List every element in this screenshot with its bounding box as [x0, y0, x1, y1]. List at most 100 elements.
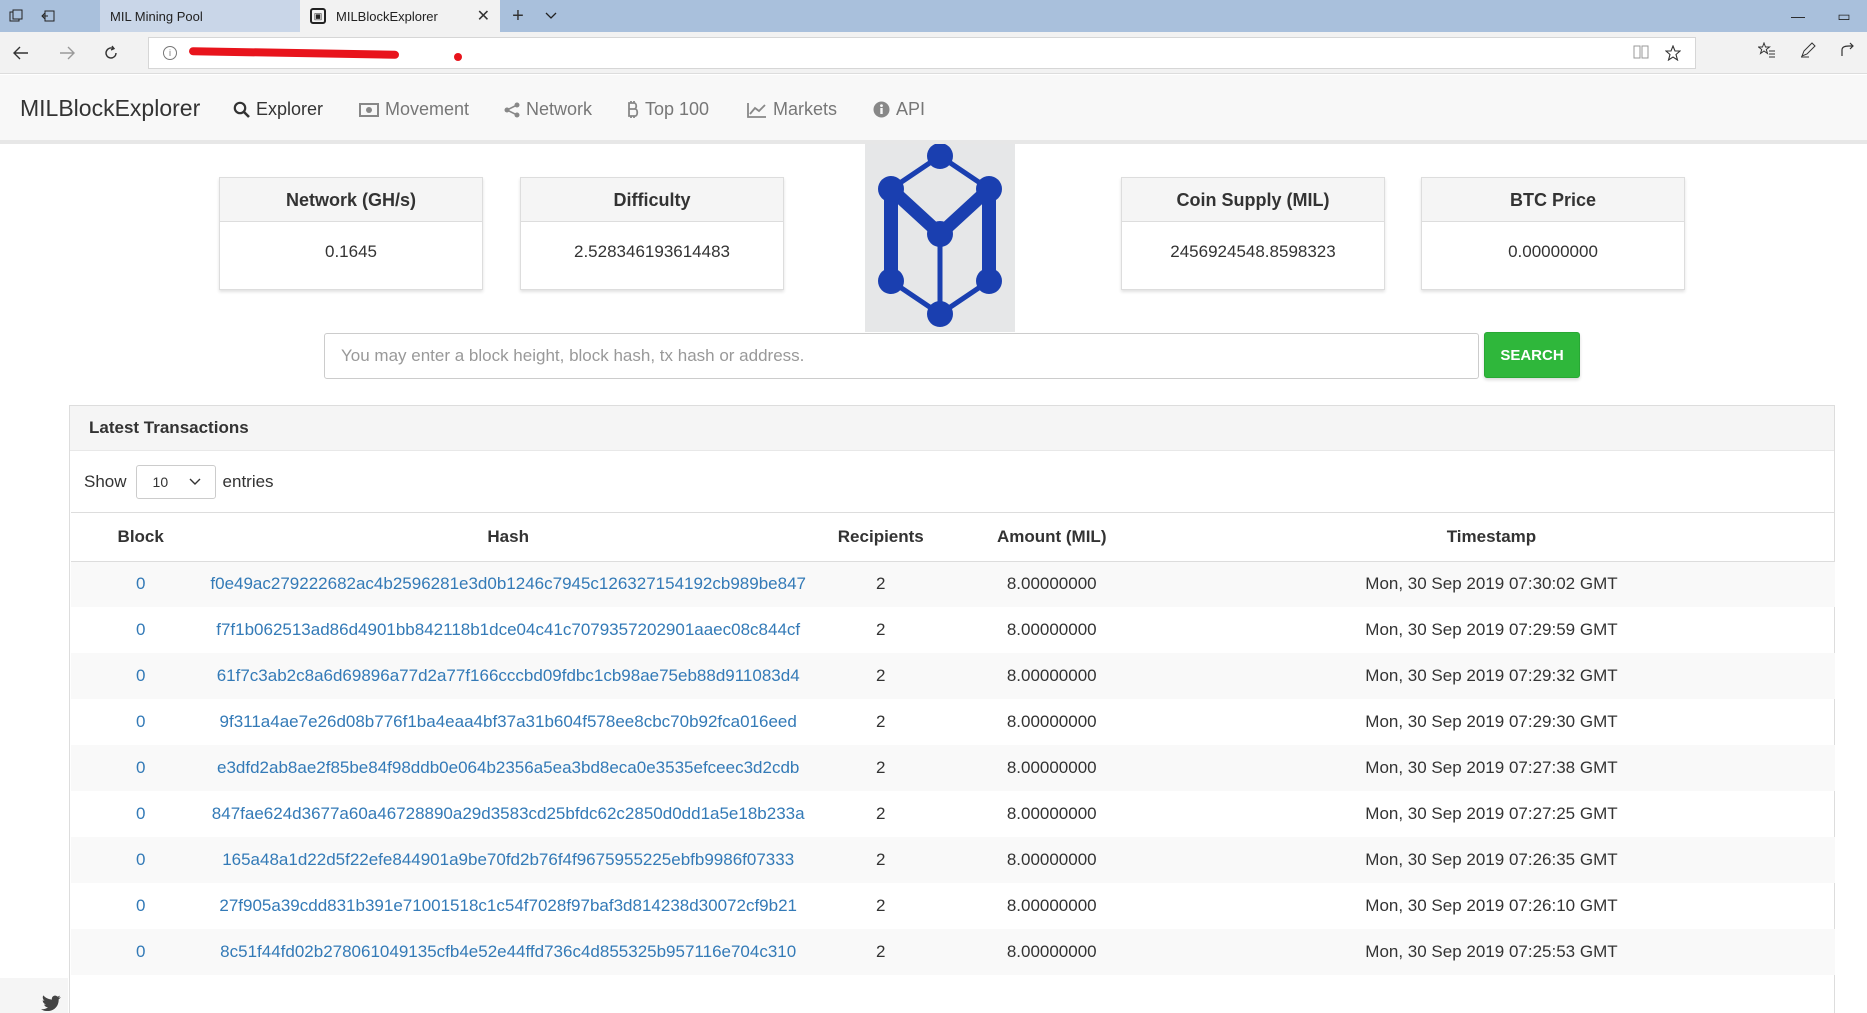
site-navbar: MILBlockExplorer Explorer Movement Netwo…: [0, 75, 1867, 144]
url-input[interactable]: i: [148, 37, 1696, 69]
tab-preview-icon[interactable]: [0, 0, 32, 32]
search-button[interactable]: SEARCH: [1484, 332, 1580, 378]
block-link[interactable]: 0: [71, 883, 210, 929]
amount-cell: 8.00000000: [1006, 620, 1097, 639]
refresh-icon[interactable]: [90, 32, 132, 74]
tab-label: MIL Mining Pool: [110, 8, 203, 24]
site-info-icon[interactable]: i: [163, 46, 177, 60]
nav-label: Explorer: [256, 99, 324, 119]
search-icon: [233, 101, 250, 118]
nav-markets[interactable]: Markets: [747, 99, 837, 120]
web-note-pen-icon[interactable]: [1800, 42, 1816, 63]
panel-title: Latest Transactions: [70, 406, 1834, 451]
nav-api[interactable]: API: [873, 99, 925, 120]
tx-hash-link[interactable]: 165a48a1d22d5f22efe844901a9be70fd2b76f4f…: [210, 837, 806, 883]
stat-value: 2456924548.8598323: [1170, 242, 1336, 261]
table-row: 0 e3dfd2ab8ae2f85be84f98ddb0e064b2356a5e…: [71, 745, 1835, 791]
tx-hash-link[interactable]: 9f311a4ae7e26d08b776f1ba4eaa4bf37a31b604…: [210, 699, 806, 745]
timestamp-cell: Mon, 30 Sep 2019 07:29:59 GMT: [1365, 620, 1618, 639]
nav-movement[interactable]: Movement: [359, 99, 469, 120]
table-row: 0 f7f1b062513ad86d4901bb842118b1dce04c41…: [71, 607, 1835, 653]
stat-btc-price: BTC Price 0.00000000: [1421, 177, 1685, 290]
back-icon[interactable]: [0, 32, 42, 74]
timestamp-cell: Mon, 30 Sep 2019 07:26:35 GMT: [1147, 837, 1835, 883]
brand-link[interactable]: MILBlockExplorer: [20, 95, 200, 122]
nav-label: Markets: [773, 99, 838, 119]
transactions-table-wrap: Block Hash Recipients Amount (MIL) Times…: [71, 512, 1835, 975]
table-row: 0 9f311a4ae7e26d08b776f1ba4eaa4bf37a31b6…: [71, 699, 1835, 745]
info-circle-icon: [873, 101, 890, 118]
page-length-control: Show 10 entries: [84, 465, 274, 499]
forward-icon[interactable]: [46, 32, 88, 74]
tx-hash-link[interactable]: 8c51f44fd02b278061049135cfb4e52e44ffd736…: [210, 929, 806, 975]
block-link[interactable]: 0: [71, 607, 210, 653]
tx-hash-link[interactable]: 27f905a39cdd831b391e71001518c1c54f7028f9…: [210, 883, 806, 929]
recipients-cell: 2: [805, 837, 956, 883]
site-favicon-icon: ▣: [310, 8, 326, 24]
block-link[interactable]: 0: [71, 699, 210, 745]
stat-title: BTC Price: [1422, 178, 1684, 222]
column-header-hash[interactable]: Hash: [210, 513, 806, 562]
amount-cell: 8.00000000: [955, 653, 1148, 699]
amount-cell: 8.00000000: [1006, 712, 1097, 731]
column-header-amount[interactable]: Amount (MIL): [955, 513, 1148, 562]
window-controls: — ▭: [1775, 0, 1867, 32]
tab-mil-mining-pool[interactable]: MIL Mining Pool: [100, 0, 300, 32]
tx-hash-link[interactable]: 847fae624d3677a60a46728890a29d3583cd25bf…: [210, 791, 806, 837]
reading-view-icon[interactable]: [1633, 45, 1649, 63]
stat-coin-supply: Coin Supply (MIL) 2456924548.8598323: [1121, 177, 1385, 290]
favorite-star-icon[interactable]: [1664, 44, 1682, 65]
recipients-cell: 2: [876, 712, 886, 731]
block-link[interactable]: 0: [71, 653, 211, 699]
tx-hash-link[interactable]: f0e49ac279222682ac4b2596281e3d0b1246c794…: [210, 561, 806, 607]
recipients-cell: 2: [805, 653, 956, 699]
block-link[interactable]: 0: [71, 837, 211, 883]
block-link[interactable]: 0: [71, 745, 211, 791]
column-header-block[interactable]: Block: [71, 513, 211, 562]
table-row: 0 61f7c3ab2c8a6d69896a77d2a77f166cccbd09…: [71, 653, 1835, 699]
timestamp-cell: Mon, 30 Sep 2019 07:29:30 GMT: [1365, 712, 1618, 731]
block-link[interactable]: 0: [71, 791, 210, 837]
money-icon: [359, 102, 379, 117]
table-row: 0 27f905a39cdd831b391e71001518c1c54f7028…: [71, 883, 1835, 929]
favorites-hub-icon[interactable]: [1757, 41, 1776, 63]
set-aside-tabs-icon[interactable]: [32, 0, 64, 32]
search-input[interactable]: [324, 333, 1479, 379]
stat-value: 0.00000000: [1508, 242, 1598, 261]
mil-logo: [865, 143, 1015, 332]
column-header-recipients[interactable]: Recipients: [805, 513, 956, 562]
new-tab-button[interactable]: +: [500, 0, 536, 32]
nav-network[interactable]: Network: [504, 99, 592, 120]
nav-label: Top 100: [645, 99, 710, 119]
page-length-select[interactable]: 10: [135, 465, 216, 499]
amount-cell: 8.00000000: [955, 745, 1148, 791]
share-icon: [504, 102, 520, 117]
stat-value: 0.1645: [325, 242, 377, 261]
amount-cell: 8.00000000: [955, 929, 1148, 975]
timestamp-cell: Mon, 30 Sep 2019 07:27:25 GMT: [1365, 804, 1618, 823]
tx-hash-link[interactable]: f7f1b062513ad86d4901bb842118b1dce04c41c7…: [210, 607, 806, 653]
share-page-icon[interactable]: [1840, 42, 1856, 63]
table-row: 0 847fae624d3677a60a46728890a29d3583cd25…: [71, 791, 1835, 837]
minimize-icon[interactable]: —: [1775, 0, 1821, 32]
bitcoin-icon: [628, 101, 639, 118]
tab-close-icon[interactable]: ✕: [477, 6, 490, 26]
latest-transactions-panel: Latest Transactions Show 10 entries Bloc…: [69, 405, 1835, 1013]
nav-label: Network: [526, 99, 593, 119]
recipients-cell: 2: [876, 804, 886, 823]
column-header-timestamp[interactable]: Timestamp: [1147, 513, 1835, 562]
nav-explorer[interactable]: Explorer: [233, 99, 323, 120]
stat-title: Network (GH/s): [220, 178, 482, 222]
tx-hash-link[interactable]: e3dfd2ab8ae2f85be84f98ddb0e064b2356a5ea3…: [210, 745, 806, 791]
twitter-icon[interactable]: [40, 995, 62, 1013]
stat-title: Coin Supply (MIL): [1122, 178, 1384, 222]
recipients-cell: 2: [805, 561, 956, 607]
block-link[interactable]: 0: [71, 561, 211, 607]
tab-milblockexplorer[interactable]: ▣ MILBlockExplorer ✕: [300, 0, 500, 32]
tab-list-chevron-icon[interactable]: [536, 0, 566, 32]
maximize-icon[interactable]: ▭: [1821, 0, 1867, 32]
tx-hash-link[interactable]: 61f7c3ab2c8a6d69896a77d2a77f166cccbd09fd…: [210, 653, 806, 699]
nav-top-100[interactable]: Top 100: [627, 99, 709, 120]
block-link[interactable]: 0: [71, 929, 211, 975]
amount-cell: 8.00000000: [1006, 804, 1097, 823]
